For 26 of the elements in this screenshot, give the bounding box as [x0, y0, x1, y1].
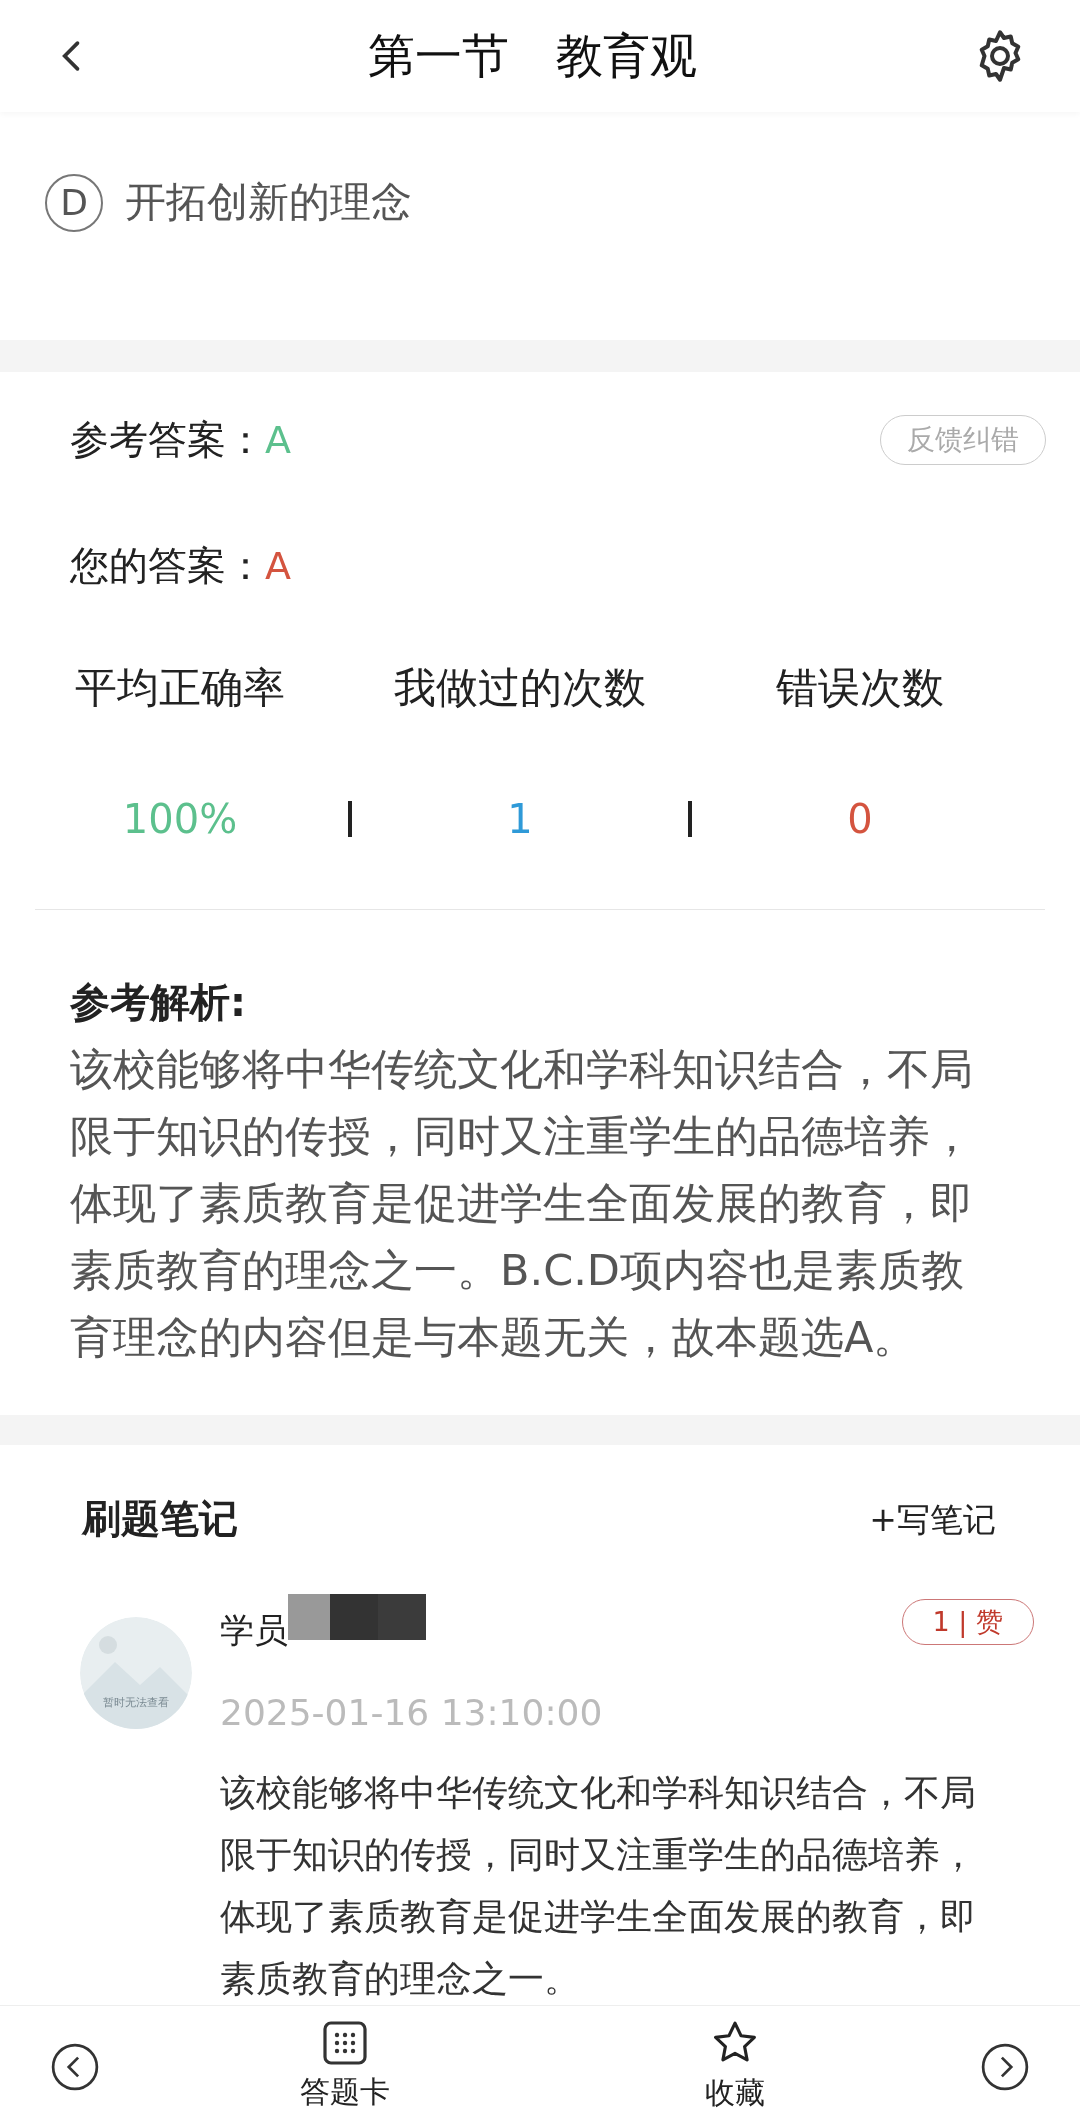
analysis-title: 参考解析: [70, 978, 247, 1027]
option-text[interactable]: 开拓创新的理念 [125, 172, 412, 234]
stat-label: 我做过的次数 [394, 662, 646, 714]
avatar-caption: 暂时无法查看 [102, 1694, 170, 1711]
answer-label: 您的答案： [70, 541, 265, 590]
note-time: 2025-01-16 13:10:00 [220, 1690, 604, 1735]
page-title: 第一节 教育观 [367, 26, 697, 85]
notes-title: 刷题笔记 [82, 1495, 238, 1543]
next-icon[interactable] [980, 2041, 1030, 2092]
analysis-text: 该校能够将中华传统文化和学科知识结合，不局限于知识的传授，同时又注重学生的品德培养，体现了素质教育是促进学生全面发展的教育，即素质教育的理念之一。B.C.D项内容也是素质教育理念的内容但是与本题无关，故本题选A。 [70, 1043, 974, 1364]
answer-value: A [265, 542, 291, 590]
stat-value: 0 [847, 795, 873, 844]
previous-icon[interactable] [50, 2041, 100, 2092]
stat-value: 100% [122, 795, 238, 844]
write-note-button[interactable]: +写笔记 [869, 1494, 1080, 1544]
favorite-tab[interactable]: 收藏 [705, 2018, 765, 2115]
stat-label: 错误次数 [776, 662, 944, 714]
option-letter[interactable]: D [45, 173, 103, 232]
stat-value: 1 [507, 795, 533, 844]
answer-value: A [265, 416, 291, 464]
stat-label: 平均正确率 [75, 662, 285, 714]
answer-label: 参考答案： [70, 415, 265, 464]
note-text: 该校能够将中华传统文化和学科知识结合，不局限于知识的传授，同时又注重学生的品德培养，体现了素质教育是促进学生全面发展的教育，即素质教育的理念之一。 [220, 1770, 977, 2001]
answer-card-tab[interactable]: 答题卡 [300, 2019, 390, 2114]
user-name: 学员 [220, 1608, 288, 1652]
grid-icon [321, 2019, 369, 2067]
